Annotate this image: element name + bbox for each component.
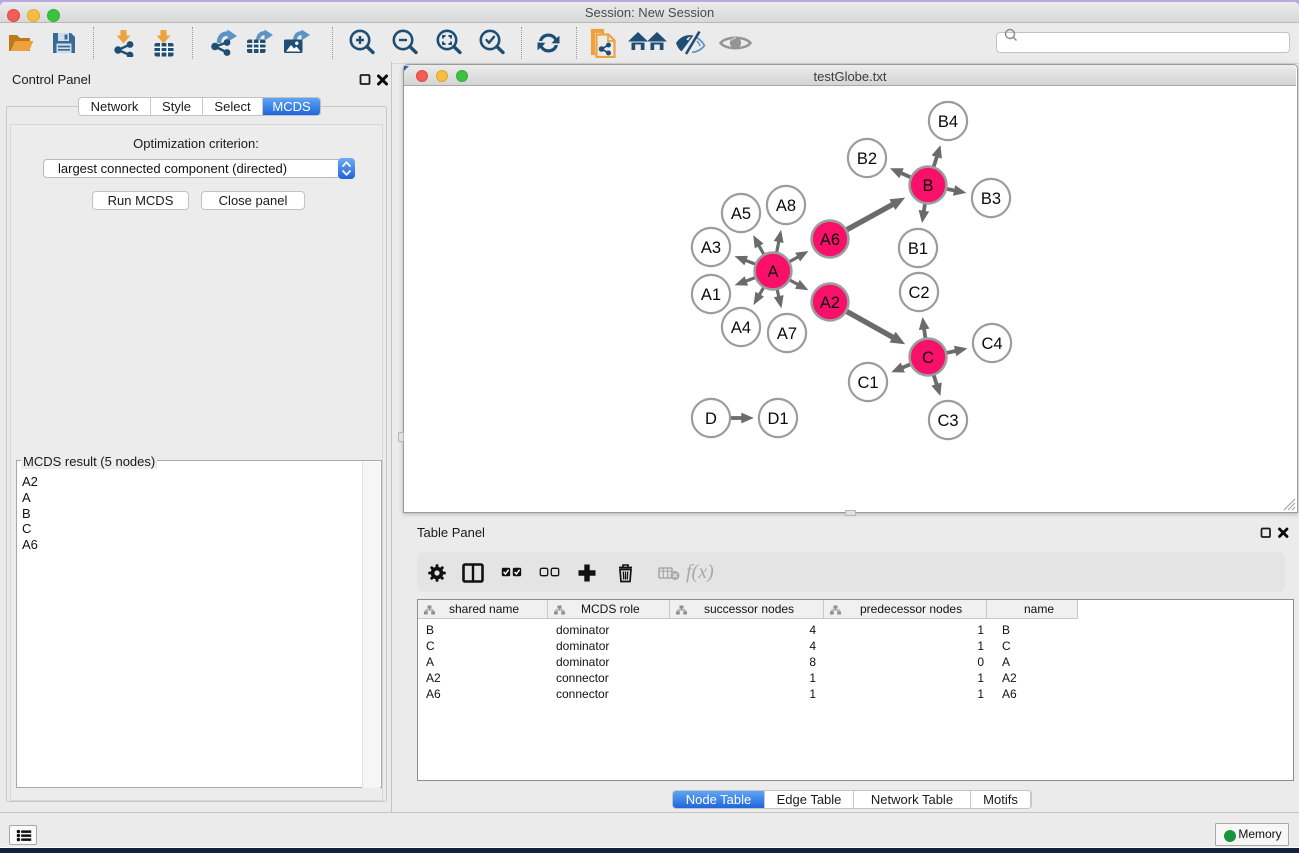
svg-text:C: C (922, 349, 934, 367)
svg-text:C2: C2 (908, 284, 929, 302)
svg-text:C3: C3 (937, 412, 958, 430)
svg-text:A1: A1 (701, 286, 721, 304)
svg-text:B2: B2 (857, 150, 877, 168)
svg-text:C4: C4 (981, 335, 1002, 353)
svg-text:B1: B1 (908, 240, 928, 258)
svg-text:B3: B3 (981, 190, 1001, 208)
svg-text:A2: A2 (820, 294, 840, 312)
svg-text:A4: A4 (731, 319, 751, 337)
svg-text:A6: A6 (820, 231, 840, 249)
svg-text:C1: C1 (857, 374, 878, 392)
svg-text:B: B (922, 177, 933, 195)
svg-text:A5: A5 (731, 205, 751, 223)
svg-text:A3: A3 (701, 239, 721, 257)
svg-text:B4: B4 (938, 113, 958, 131)
svg-text:D: D (705, 410, 717, 428)
svg-text:D1: D1 (767, 410, 788, 428)
svg-text:A7: A7 (777, 325, 797, 343)
svg-text:A8: A8 (776, 197, 796, 215)
svg-text:A: A (767, 263, 778, 281)
